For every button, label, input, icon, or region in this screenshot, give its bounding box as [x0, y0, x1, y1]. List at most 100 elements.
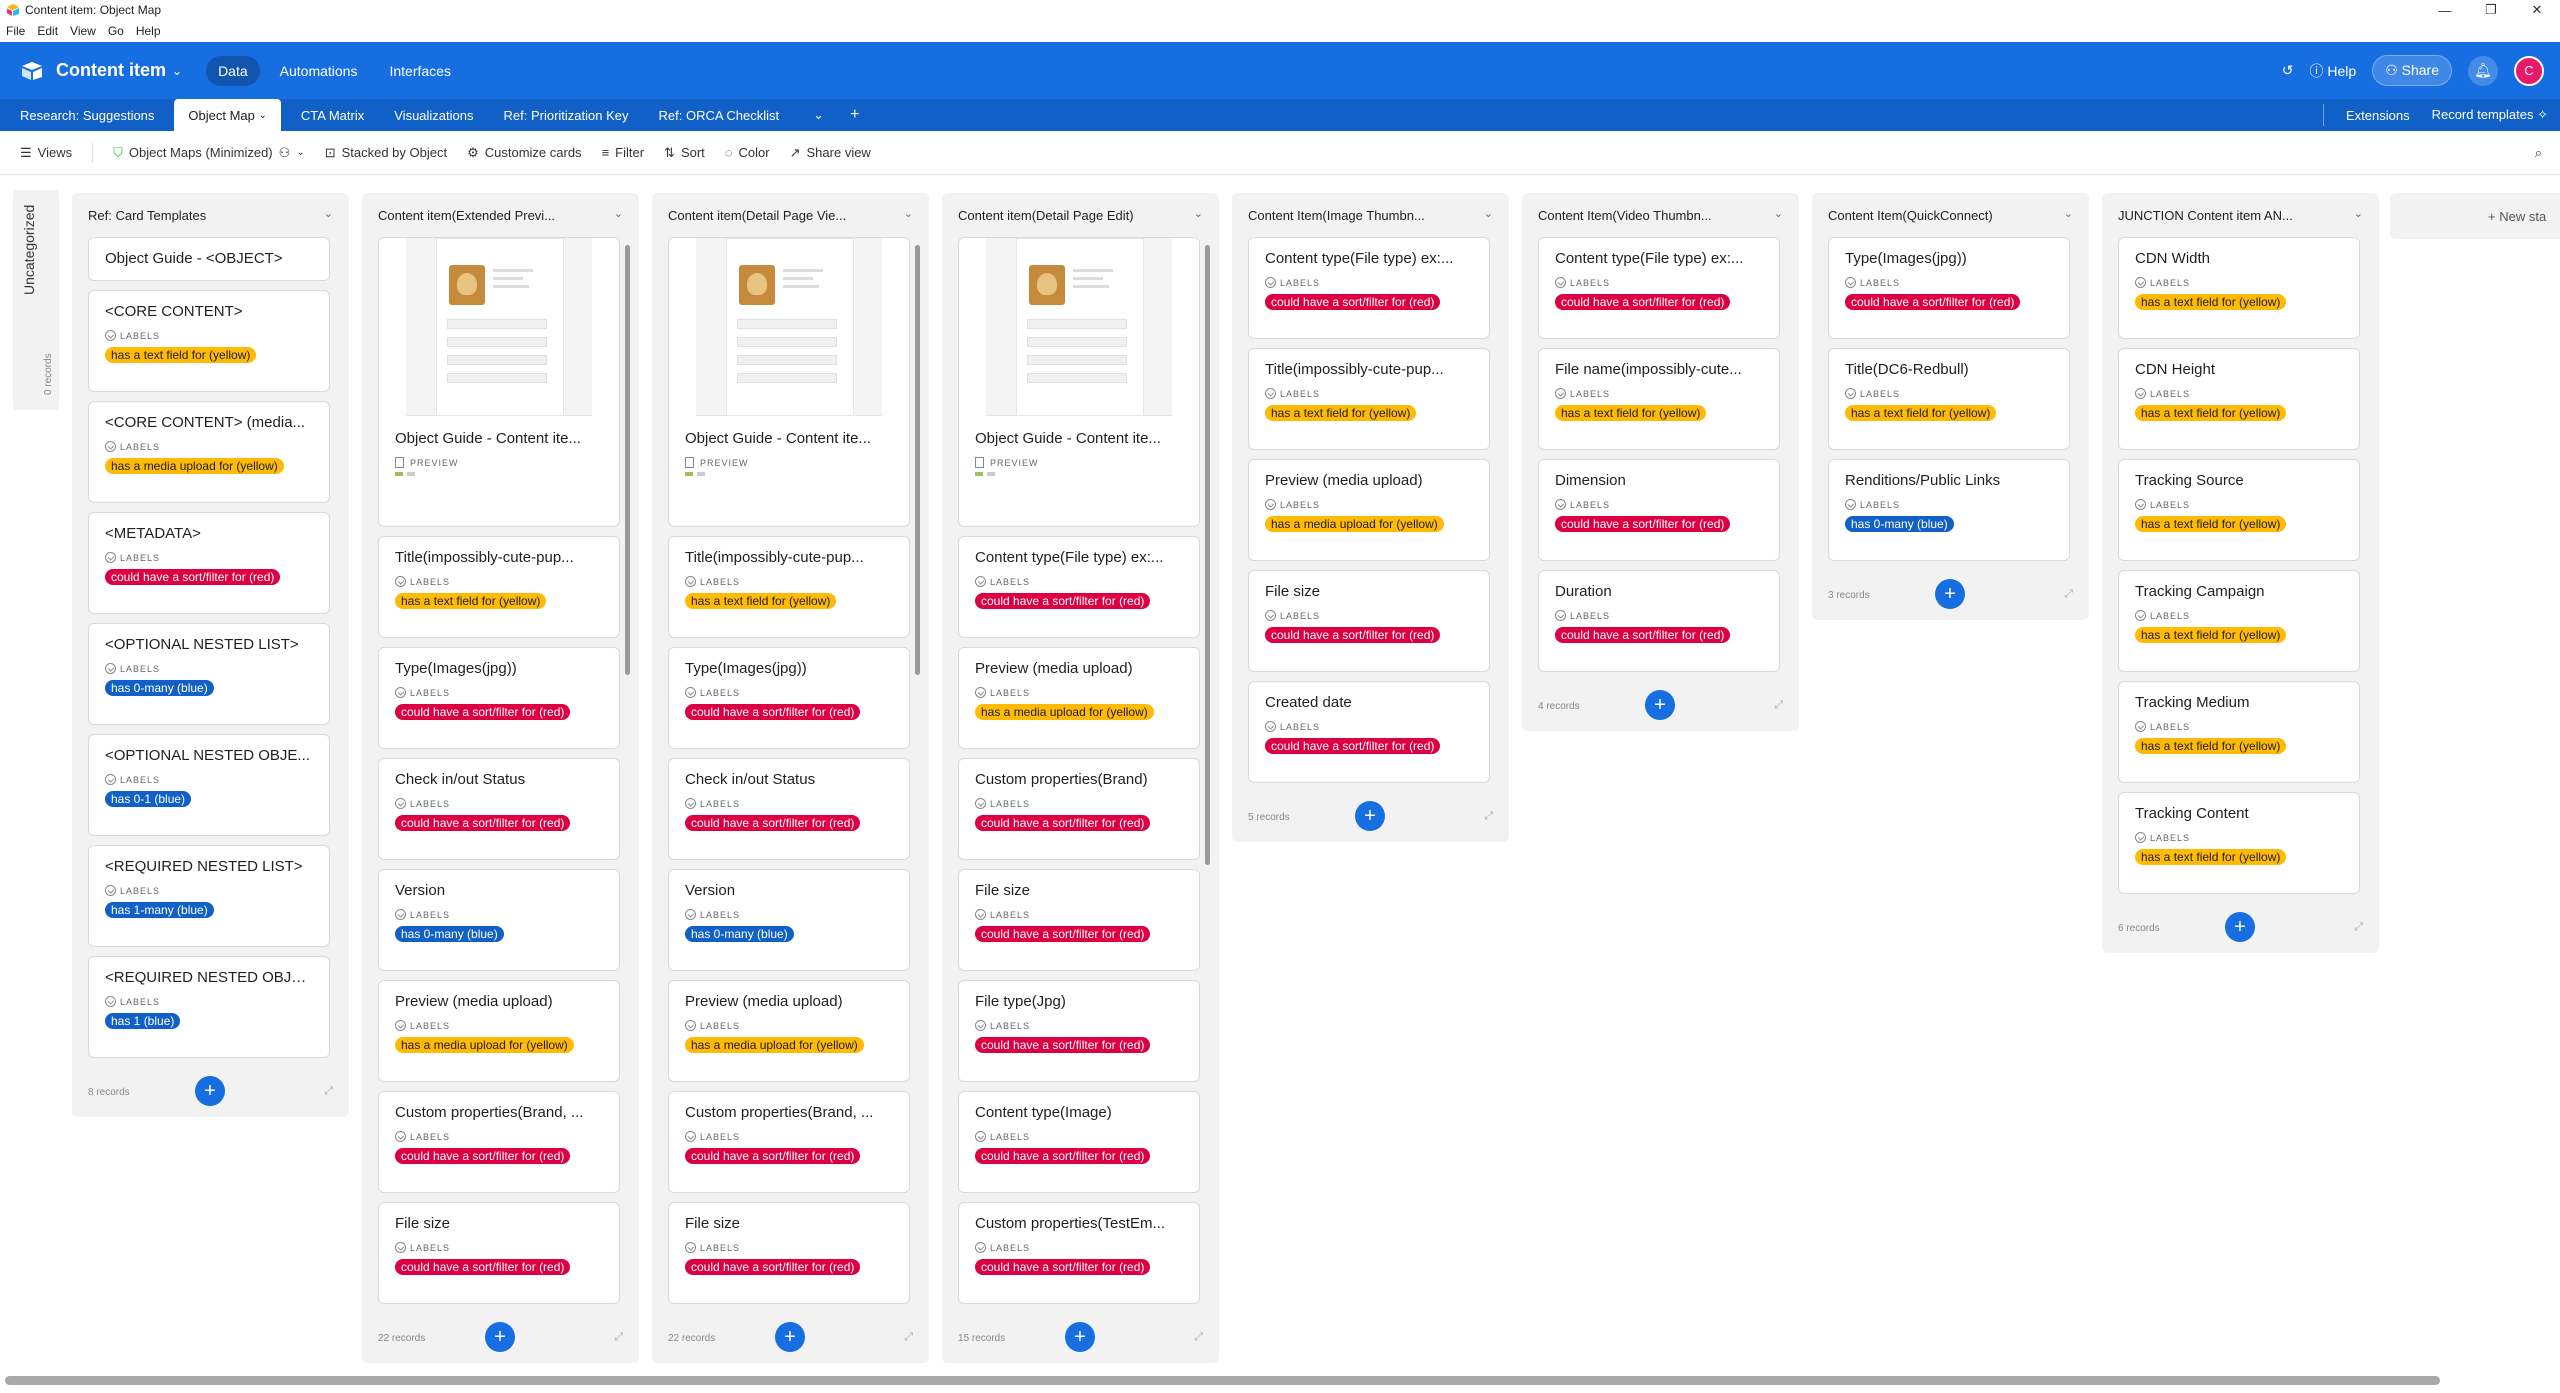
add-record-button[interactable]: + — [2225, 912, 2255, 942]
record-card[interactable]: Tracking Campaign LABELS has a text field … — [2118, 570, 2360, 672]
stack-header[interactable]: Content item(Extended Previ... ⌄ — [362, 193, 639, 237]
record-card[interactable]: Type(Images(jpg)) LABELS could have a sort… — [1828, 237, 2070, 339]
view-name-button[interactable]: ⛉ Object Maps (Minimized) ⚇ ⌄ — [113, 145, 305, 161]
notifications-icon[interactable]: 🔔︎ — [2468, 55, 2498, 86]
chevron-down-icon[interactable]: ⌄ — [259, 110, 267, 121]
record-card[interactable]: <REQUIRED NESTED LIST> LABELS has 1-many (… — [88, 845, 330, 947]
chevron-down-icon[interactable]: ⌄ — [1484, 207, 1493, 220]
record-card[interactable]: Custom properties(Brand, ... LABELS could … — [378, 1091, 620, 1193]
more-tabs-icon[interactable]: ⌄ — [803, 99, 834, 131]
record-card[interactable]: Title(DC6-Redbull) LABELS has a text field… — [1828, 348, 2070, 450]
add-record-button[interactable]: + — [195, 1076, 225, 1106]
tab-research-suggestions[interactable]: Research: Suggestions — [10, 99, 164, 131]
menu-view[interactable]: View — [70, 24, 96, 38]
stack-header[interactable]: Content Item(Image Thumbn... ⌄ — [1232, 193, 1509, 237]
record-card[interactable]: Preview (media upload) LABELS has a media … — [1248, 459, 1490, 561]
add-table-icon[interactable]: + — [840, 99, 869, 131]
record-card[interactable]: <OPTIONAL NESTED OBJE... LABELS has 0-1 (b… — [88, 734, 330, 836]
nav-automations[interactable]: Automations — [268, 56, 370, 86]
tab-cta-matrix[interactable]: CTA Matrix — [291, 99, 374, 131]
record-card[interactable]: File size LABELS could have a sort/filter … — [1248, 570, 1490, 672]
record-card[interactable]: Dimension LABELS could have a sort/filter … — [1538, 459, 1780, 561]
record-card[interactable]: File type(Jpg) LABELS could have a sort/fi… — [958, 980, 1200, 1082]
record-card[interactable]: File size LABELS could have a sort/filter … — [378, 1202, 620, 1304]
menu-edit[interactable]: Edit — [37, 24, 58, 38]
record-card[interactable]: Content type(File type) ex:... LABELS coul… — [1248, 237, 1490, 339]
history-icon[interactable]: ↺ — [2282, 62, 2294, 79]
menu-file[interactable]: File — [6, 24, 25, 38]
record-card[interactable]: File size LABELS could have a sort/filter … — [958, 869, 1200, 971]
add-record-button[interactable]: + — [775, 1322, 805, 1352]
new-stack-button[interactable]: + New sta — [2390, 193, 2560, 239]
expand-icon[interactable]: ⤢ — [324, 1085, 333, 1098]
record-card[interactable]: Object Guide - <OBJECT> — [88, 237, 330, 281]
record-card[interactable]: File name(impossibly-cute... LABELS has a … — [1538, 348, 1780, 450]
record-card[interactable]: Custom properties(Brand, ... LABELS could … — [668, 1091, 910, 1193]
record-card[interactable]: Custom properties(Brand) LABELS could have… — [958, 758, 1200, 860]
record-card[interactable]: Tracking Content LABELS has a text field f… — [2118, 792, 2360, 894]
horizontal-scrollbar[interactable] — [5, 1376, 2440, 1385]
minimize-button[interactable]: — — [2422, 0, 2468, 20]
add-record-button[interactable]: + — [1645, 690, 1675, 720]
views-button[interactable]: ☰ Views — [20, 145, 72, 161]
record-card[interactable]: Created date LABELS could have a sort/filt… — [1248, 681, 1490, 783]
add-record-button[interactable]: + — [1065, 1322, 1095, 1352]
share-button[interactable]: ⚇ Share — [2372, 55, 2452, 86]
stacked-by-button[interactable]: ⊡ Stacked by Object — [325, 145, 447, 161]
expand-icon[interactable]: ⤢ — [904, 1331, 913, 1344]
expand-icon[interactable]: ⤢ — [614, 1331, 623, 1344]
chevron-down-icon[interactable]: ⌄ — [904, 207, 913, 220]
chevron-down-icon[interactable]: ⌄ — [324, 207, 333, 220]
record-card[interactable]: Custom properties(TestEm... LABELS could h… — [958, 1202, 1200, 1304]
record-card[interactable]: <OPTIONAL NESTED LIST> LABELS has 0-many (… — [88, 623, 330, 725]
record-card[interactable]: Check in/out Status LABELS could have a so… — [378, 758, 620, 860]
record-card[interactable]: Preview (media upload) LABELS has a media … — [378, 980, 620, 1082]
record-card[interactable]: Version LABELS has 0-many (blue) — [668, 869, 910, 971]
record-card[interactable]: File size LABELS could have a sort/filter … — [668, 1202, 910, 1304]
record-card[interactable]: Type(Images(jpg)) LABELS could have a sort… — [378, 647, 620, 749]
record-card[interactable]: Tracking Source LABELS has a text field fo… — [2118, 459, 2360, 561]
stack-header[interactable]: Content item(Detail Page Vie... ⌄ — [652, 193, 929, 237]
nav-interfaces[interactable]: Interfaces — [377, 56, 462, 86]
tab-object-map[interactable]: Object Map ⌄ — [174, 99, 281, 131]
record-card[interactable]: <REQUIRED NESTED OBJE... LABELS has 1 (blu… — [88, 956, 330, 1058]
close-button[interactable]: ✕ — [2514, 0, 2560, 20]
record-card[interactable]: Content type(Image) LABELS could have a so… — [958, 1091, 1200, 1193]
stack-header[interactable]: Content item(Detail Page Edit) ⌄ — [942, 193, 1219, 237]
record-card[interactable]: Object Guide - Content ite... PREVIEW — [378, 237, 620, 527]
record-card[interactable]: Object Guide - Content ite... PREVIEW — [958, 237, 1200, 527]
record-card[interactable]: <METADATA> LABELS could have a sort/filter… — [88, 512, 330, 614]
record-card[interactable]: Title(impossibly-cute-pup... LABELS has a … — [1248, 348, 1490, 450]
expand-icon[interactable]: ⤢ — [1194, 1331, 1203, 1344]
record-templates-button[interactable]: Record templates ✧ — [2432, 107, 2548, 123]
expand-icon[interactable]: ⤢ — [2354, 921, 2363, 934]
chevron-down-icon[interactable]: ⌄ — [172, 64, 182, 78]
menu-help[interactable]: Help — [136, 24, 161, 38]
vertical-scrollbar[interactable] — [625, 245, 630, 675]
chevron-down-icon[interactable]: ⌄ — [2064, 207, 2073, 220]
record-card[interactable]: Content type(File type) ex:... LABELS coul… — [958, 536, 1200, 638]
base-name[interactable]: Content item — [56, 60, 166, 81]
maximize-button[interactable]: ❐ — [2468, 0, 2514, 20]
avatar[interactable]: C — [2514, 55, 2544, 86]
record-card[interactable]: Title(impossibly-cute-pup... LABELS has a … — [668, 536, 910, 638]
filter-button[interactable]: ≡ Filter — [602, 145, 644, 160]
record-card[interactable]: Tracking Medium LABELS has a text field fo… — [2118, 681, 2360, 783]
vertical-scrollbar[interactable] — [1205, 245, 1210, 865]
customize-cards-button[interactable]: ⚙ Customize cards — [467, 145, 581, 161]
chevron-down-icon[interactable]: ⌄ — [614, 207, 623, 220]
record-card[interactable]: Duration LABELS could have a sort/filter f… — [1538, 570, 1780, 672]
record-card[interactable]: Check in/out Status LABELS could have a so… — [668, 758, 910, 860]
sort-button[interactable]: ⇅ Sort — [664, 145, 705, 161]
record-card[interactable]: Type(Images(jpg)) LABELS could have a sort… — [668, 647, 910, 749]
vertical-scrollbar[interactable] — [915, 245, 920, 675]
tab-prioritization-key[interactable]: Ref: Prioritization Key — [494, 99, 639, 131]
record-card[interactable]: <CORE CONTENT> (media... LABELS has a medi… — [88, 401, 330, 503]
record-card[interactable]: Renditions/Public Links LABELS has 0-many … — [1828, 459, 2070, 561]
record-card[interactable]: Object Guide - Content ite... PREVIEW — [668, 237, 910, 527]
stack-header[interactable]: JUNCTION Content item AN... ⌄ — [2102, 193, 2379, 237]
record-card[interactable]: CDN Height LABELS has a text field for (ye… — [2118, 348, 2360, 450]
record-card[interactable]: CDN Width LABELS has a text field for (yel… — [2118, 237, 2360, 339]
record-card[interactable]: Version LABELS has 0-many (blue) — [378, 869, 620, 971]
add-record-button[interactable]: + — [1935, 579, 1965, 609]
